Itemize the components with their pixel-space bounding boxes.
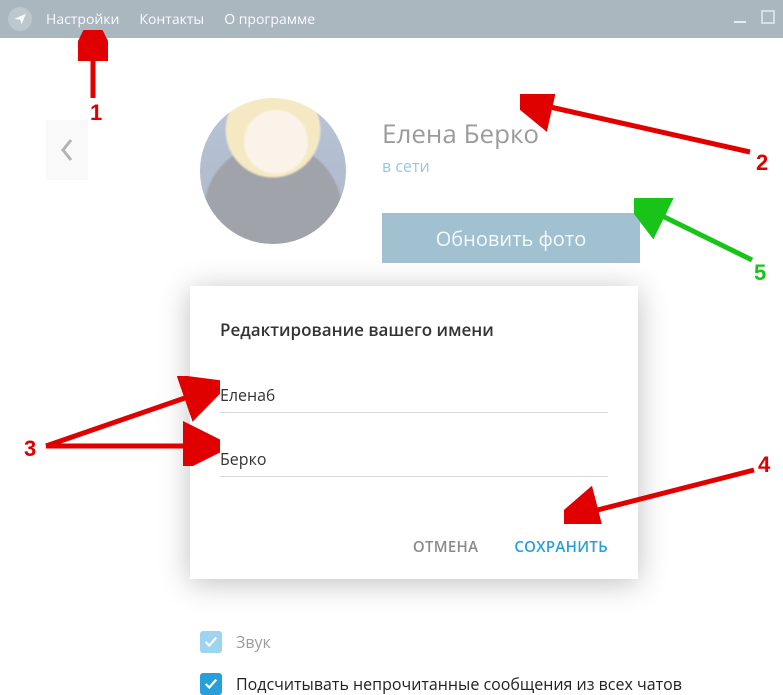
minimize-icon (733, 10, 747, 24)
edit-name-dialog: Редактирование вашего имени ОТМЕНА СОХРА… (190, 286, 638, 579)
count-unread-checkbox[interactable] (200, 673, 222, 695)
menu-settings[interactable]: Настройки (46, 10, 119, 29)
maximize-icon (761, 10, 775, 24)
count-unread-label: Подсчитывать непрочитанные сообщения из … (236, 673, 682, 695)
annotation-number-2: 2 (756, 150, 768, 176)
setting-count-unread-row: Подсчитывать непрочитанные сообщения из … (200, 673, 783, 695)
save-button[interactable]: СОХРАНИТЬ (514, 537, 608, 557)
dialog-title: Редактирование вашего имени (220, 318, 608, 341)
annotation-number-4: 4 (758, 452, 770, 478)
avatar (200, 98, 346, 244)
minimize-button[interactable] (733, 10, 747, 29)
sound-checkbox[interactable] (200, 631, 222, 653)
back-button[interactable] (46, 120, 88, 180)
check-icon (204, 677, 218, 691)
sound-label: Звук (236, 631, 271, 653)
profile-name: Елена Берко (382, 118, 640, 149)
annotation-number-5: 5 (754, 260, 766, 286)
update-photo-button[interactable]: Обновить фото (382, 213, 640, 263)
cancel-button[interactable]: ОТМЕНА (413, 537, 478, 557)
app-icon (8, 7, 32, 31)
last-name-input[interactable] (220, 445, 608, 477)
check-icon (204, 635, 218, 649)
menu-about[interactable]: О программе (224, 10, 315, 29)
maximize-button[interactable] (761, 10, 775, 29)
first-name-input[interactable] (220, 381, 608, 413)
annotation-number-3: 3 (24, 436, 36, 462)
paper-plane-icon (13, 12, 27, 26)
menu-contacts[interactable]: Контакты (139, 10, 204, 29)
profile-status: в сети (382, 155, 640, 177)
annotation-number-1: 1 (90, 100, 102, 126)
title-bar: Настройки Контакты О программе (0, 0, 783, 38)
setting-sound-row: Звук (200, 631, 783, 653)
chevron-left-icon (60, 138, 74, 162)
